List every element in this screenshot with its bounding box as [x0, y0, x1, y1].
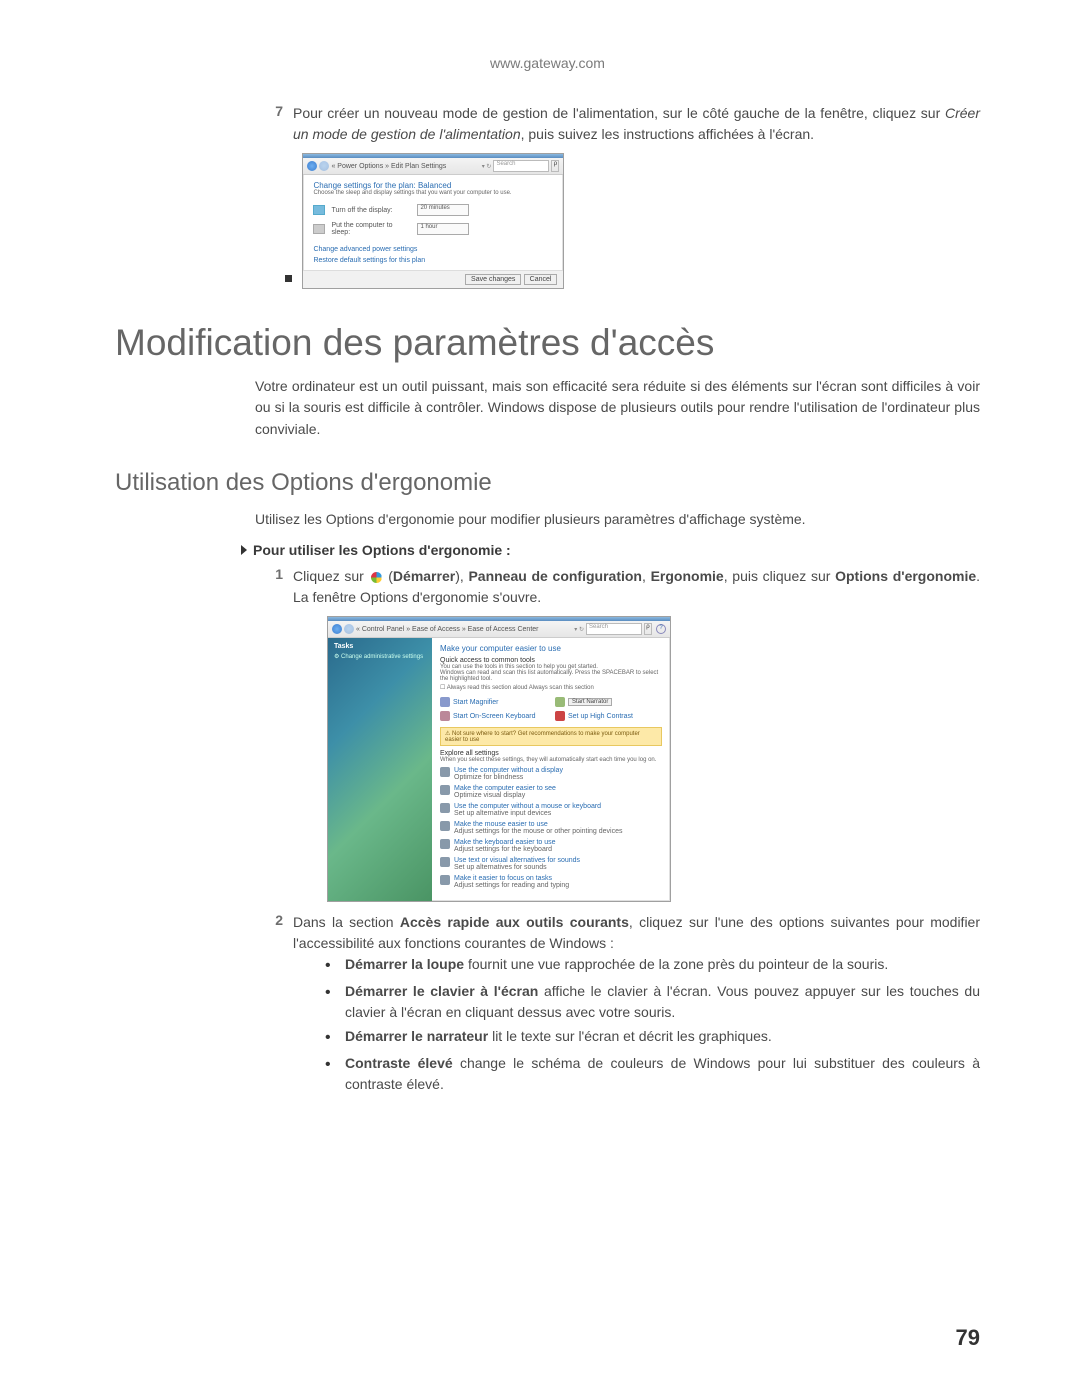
forward-icon[interactable] [344, 624, 354, 634]
breadcrumb[interactable]: « Power Options » Edit Plan Settings [331, 163, 479, 170]
recommendation-bar[interactable]: ⚠ Not sure where to start? Get recommend… [440, 727, 662, 746]
display-timeout-select[interactable]: 20 minutes [417, 204, 469, 216]
h2-paragraph: Utilisez les Options d'ergonomie pour mo… [255, 509, 980, 531]
figure-ease-of-access: « Control Panel » Ease of Access » Ease … [327, 616, 980, 902]
bullet-text: Démarrer le clavier à l'écran affiche le… [345, 981, 980, 1023]
intro-paragraph: Votre ordinateur est un outil puissant, … [255, 376, 980, 441]
explore-item-3[interactable]: Use the computer without a mouse or keyb… [440, 803, 662, 817]
search-input[interactable]: Search [586, 623, 642, 635]
explore-item-1[interactable]: Use the computer without a displayOptimi… [440, 767, 662, 781]
adv-settings-link[interactable]: Change advanced power settings [313, 246, 553, 253]
high-contrast[interactable]: Set up High Contrast [555, 711, 662, 721]
explore-item-6[interactable]: Use text or visual alternatives for soun… [440, 857, 662, 871]
step-2-text: Dans la section Accès rapide aux outils … [293, 912, 980, 1098]
bullet-icon: • [325, 1026, 345, 1050]
explore-item-2[interactable]: Make the computer easier to seeOptimize … [440, 785, 662, 799]
forward-icon[interactable] [319, 161, 329, 171]
back-icon[interactable] [307, 161, 317, 171]
bullet-item: •Démarrer le clavier à l'écran affiche l… [325, 981, 980, 1023]
bullet-icon: • [325, 954, 345, 978]
back-icon[interactable] [332, 624, 342, 634]
explore-icon [440, 839, 450, 849]
s1-mid: , puis cliquez sur [724, 568, 835, 584]
search-input[interactable]: Search [493, 160, 549, 172]
heading-1: Modification des paramètres d'accès [115, 323, 980, 364]
plan-sub: Choose the sleep and display settings th… [313, 190, 553, 196]
bullet-text: Démarrer la loupe fournit une vue rappro… [345, 954, 980, 978]
explore-item-5[interactable]: Make the keyboard easier to useAdjust se… [440, 839, 662, 853]
explore-title: Explore all settings [440, 750, 662, 757]
start-magnifier[interactable]: Start Magnifier [440, 697, 547, 707]
step-7-post: , puis suivez les instructions affichées… [521, 126, 814, 142]
s1-options: Options d'ergonomie [835, 568, 976, 584]
display-icon [313, 205, 325, 215]
magnifier-icon [440, 697, 450, 707]
s2-bold: Accès rapide aux outils courants [400, 914, 629, 930]
page: www.gateway.com 7 Pour créer un nouveau … [0, 0, 1080, 1397]
step-1-number: 1 [255, 566, 293, 608]
windows-logo-icon [371, 572, 382, 583]
s1-sep2: , [642, 568, 651, 584]
figure-marker-icon [285, 275, 292, 282]
row2-label: Put the computer to sleep: [331, 222, 411, 236]
s1-panneau: Panneau de configuration [468, 568, 642, 584]
explore-icon [440, 821, 450, 831]
bullet-icon: • [325, 981, 345, 1023]
start-narrator[interactable]: Start Narrator [555, 697, 662, 707]
step-1-text: Cliquez sur (Démarrer), Panneau de confi… [293, 566, 980, 608]
explore-icon [440, 803, 450, 813]
contrast-icon [555, 711, 565, 721]
arrow-icon [241, 545, 247, 555]
restore-defaults-link[interactable]: Restore default settings for this plan [313, 257, 553, 264]
explore-icon [440, 785, 450, 795]
heading-2: Utilisation des Options d'ergonomie [115, 469, 980, 497]
figure-power-options: « Power Options » Edit Plan Settings ▾ ↻… [285, 153, 980, 289]
bullet-item: •Démarrer le narrateur lit le texte sur … [325, 1026, 980, 1050]
cancel-button[interactable]: Cancel [524, 274, 558, 285]
step-7-text: Pour créer un nouveau mode de gestion de… [293, 103, 980, 145]
explore-icon [440, 875, 450, 885]
s1-demarrer: Démarrer [393, 568, 455, 584]
breadcrumb[interactable]: « Control Panel » Ease of Access » Ease … [356, 626, 572, 633]
keyboard-icon [440, 711, 450, 721]
admin-settings-link[interactable]: ⚙ Change administrative settings [334, 653, 426, 660]
search-go-icon[interactable]: ρ [644, 623, 652, 635]
bullet-text: Contraste élevé change le schéma de coul… [345, 1053, 980, 1095]
explore-sub: When you select these settings, they wil… [440, 757, 662, 763]
explore-icon [440, 767, 450, 777]
main-heading: Make your computer easier to use [440, 644, 662, 653]
s1-ergo: Ergonomie [651, 568, 724, 584]
header-url: www.gateway.com [115, 55, 980, 71]
bullet-item: •Démarrer la loupe fournit une vue rappr… [325, 954, 980, 978]
page-number: 79 [956, 1325, 980, 1351]
explore-icon [440, 857, 450, 867]
quick-checkboxes[interactable]: ☐ Always read this section aloud Always … [440, 684, 662, 691]
row1-label: Turn off the display: [331, 207, 411, 214]
narrator-icon [555, 697, 565, 707]
step-7-pre: Pour créer un nouveau mode de gestion de… [293, 105, 945, 121]
bullet-icon: • [325, 1053, 345, 1095]
tasks-label: Tasks [334, 643, 426, 650]
explore-item-4[interactable]: Make the mouse easier to useAdjust setti… [440, 821, 662, 835]
quick-sub2: Windows can read and scan this list auto… [440, 670, 662, 682]
procedure-title: Pour utiliser les Options d'ergonomie : [241, 542, 980, 558]
search-go-icon[interactable]: ρ [551, 160, 559, 172]
s2-pre: Dans la section [293, 914, 400, 930]
start-osk[interactable]: Start On-Screen Keyboard [440, 711, 547, 721]
step-2-number: 2 [255, 912, 293, 1098]
sleep-timeout-select[interactable]: 1 hour [417, 223, 469, 235]
bullet-text: Démarrer le narrateur lit le texte sur l… [345, 1026, 980, 1050]
save-button[interactable]: Save changes [465, 274, 521, 285]
bullet-item: •Contraste élevé change le schéma de cou… [325, 1053, 980, 1095]
plan-heading: Change settings for the plan: Balanced [313, 181, 553, 190]
explore-item-7[interactable]: Make it easier to focus on tasksAdjust s… [440, 875, 662, 889]
step-7-number: 7 [255, 103, 293, 145]
quick-access-title: Quick access to common tools [440, 657, 662, 664]
s1-pre: Cliquez sur [293, 568, 369, 584]
sleep-icon [313, 224, 325, 234]
procedure-title-text: Pour utiliser les Options d'ergonomie : [253, 542, 511, 558]
help-icon[interactable]: ? [656, 624, 666, 634]
